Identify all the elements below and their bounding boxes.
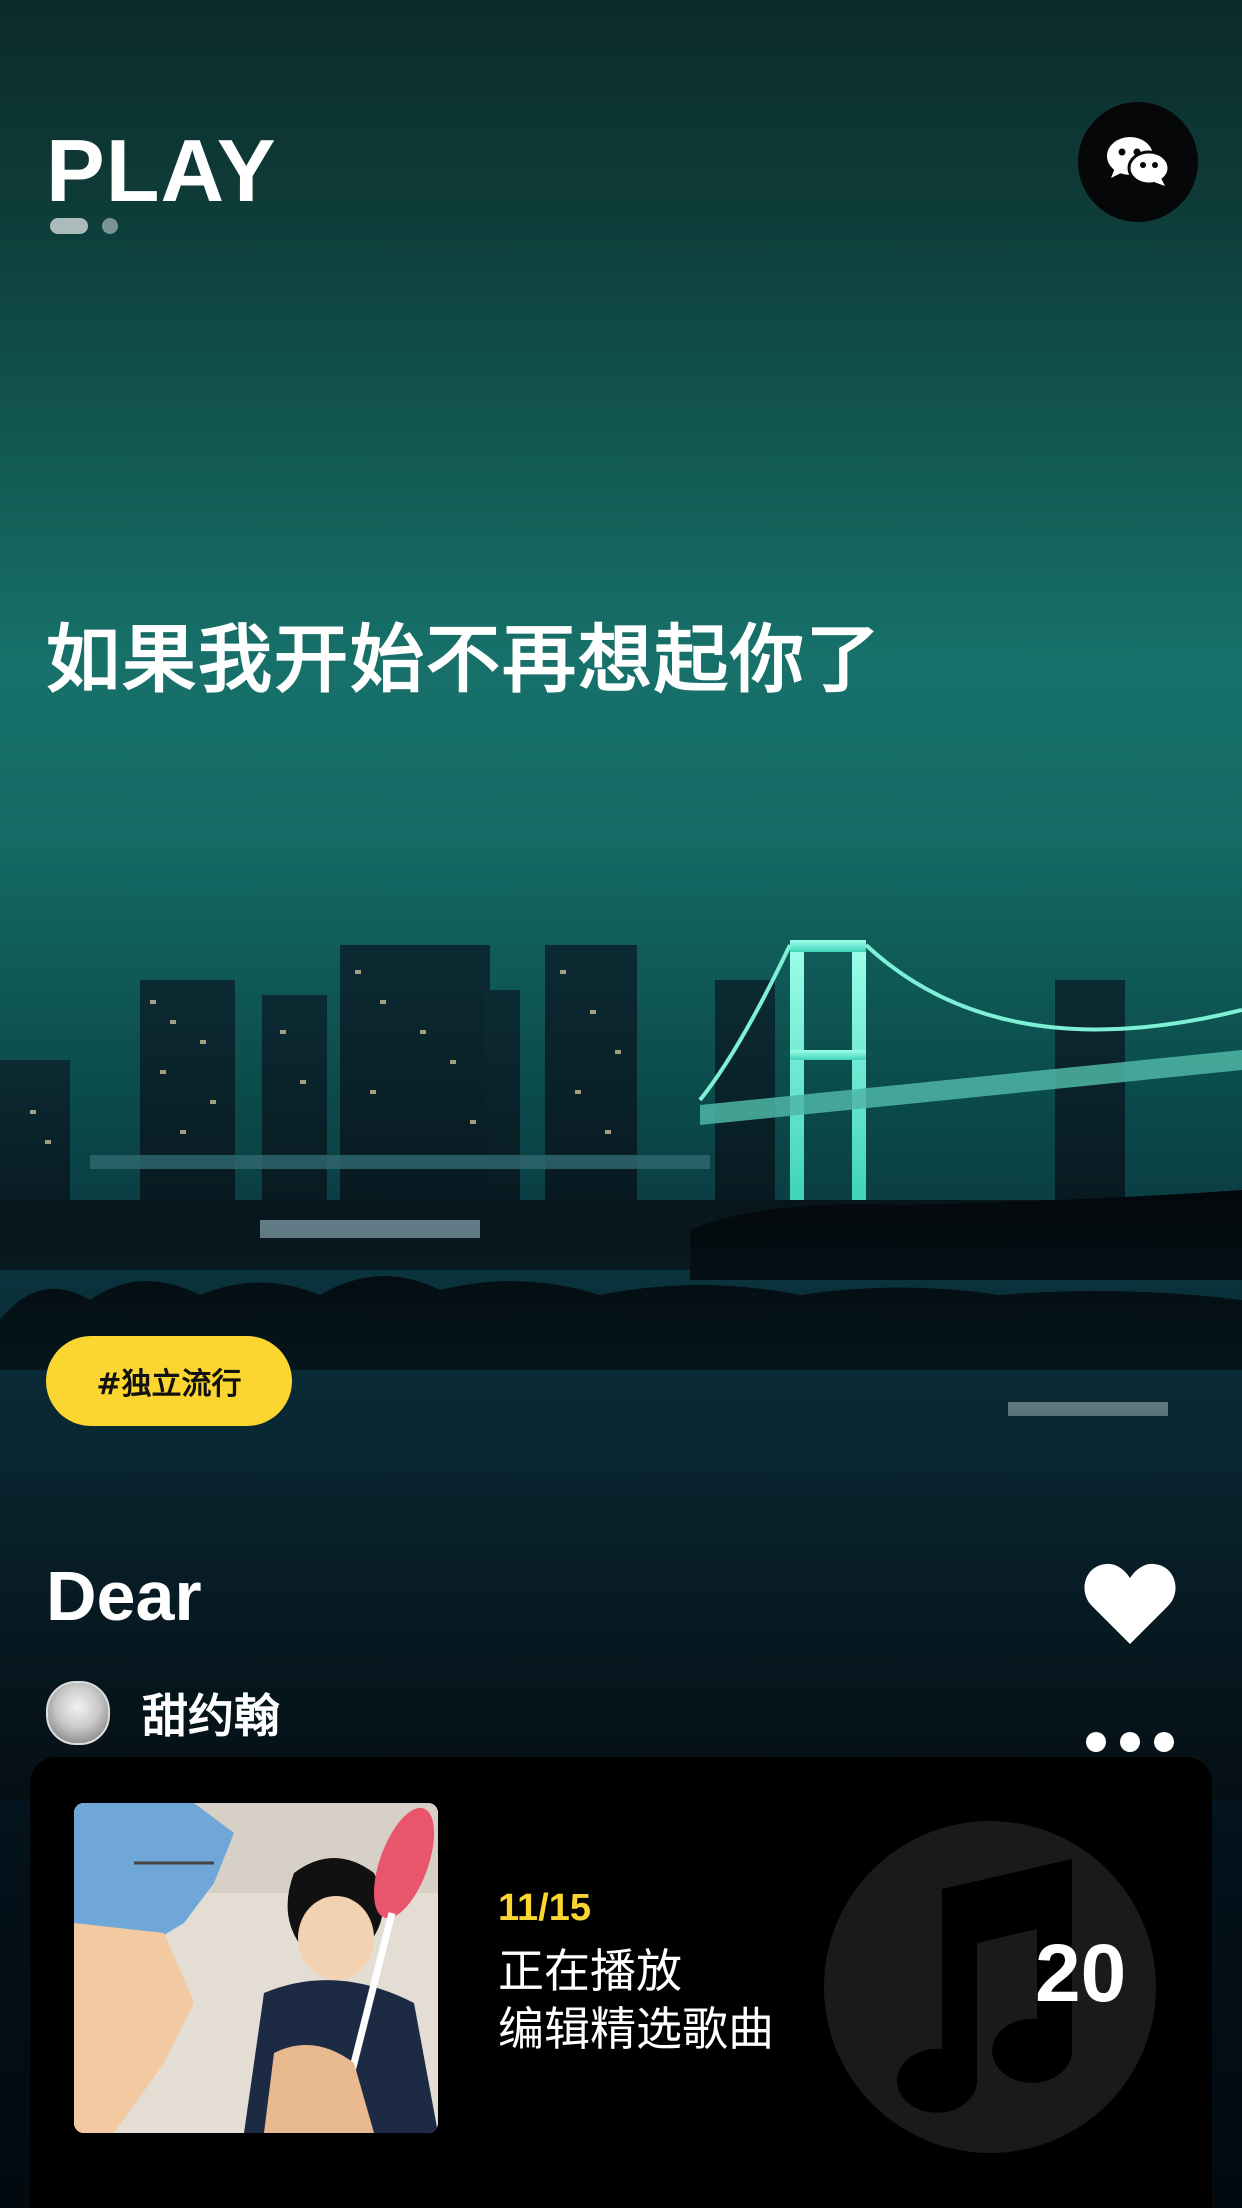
- now-playing-text: 正在播放 编辑精选歌曲: [498, 1942, 774, 2058]
- wechat-share-button[interactable]: [1078, 102, 1198, 222]
- page-dot-active[interactable]: [50, 218, 88, 234]
- album-cover-art: [74, 1803, 438, 2133]
- wechat-icon: [1107, 137, 1171, 186]
- app-brand: PLAY: [46, 121, 277, 220]
- page-indicator[interactable]: [50, 218, 118, 234]
- screen: PLAY 如果我开始不再想起你了 #独立流行 Dear 甜约翰 11/15 正在…: [0, 0, 1242, 2208]
- now-playing-card[interactable]: 11/15 正在播放 编辑精选歌曲 20: [30, 1757, 1212, 2208]
- avatar[interactable]: [46, 1681, 110, 1745]
- more-dot: [1086, 1732, 1106, 1752]
- playlist-name: 编辑精选歌曲: [498, 2002, 774, 2056]
- heart-icon[interactable]: [1082, 1560, 1178, 1646]
- genre-tag[interactable]: #独立流行: [46, 1336, 292, 1426]
- track-counter: 11/15: [498, 1887, 591, 1929]
- more-dot: [1120, 1732, 1140, 1752]
- more-dot: [1154, 1732, 1174, 1752]
- playlist-count: 20: [1035, 1928, 1127, 2019]
- now-playing-status: 正在播放: [498, 1944, 682, 1998]
- album-cover[interactable]: [74, 1803, 438, 2133]
- artist-name[interactable]: 甜约翰: [142, 1680, 280, 1746]
- more-dots-icon[interactable]: [1086, 1732, 1174, 1752]
- song-title: Dear: [46, 1557, 202, 1635]
- headline: 如果我开始不再想起你了: [46, 617, 882, 703]
- page-dot[interactable]: [102, 218, 118, 234]
- artist-row[interactable]: 甜约翰: [46, 1680, 280, 1746]
